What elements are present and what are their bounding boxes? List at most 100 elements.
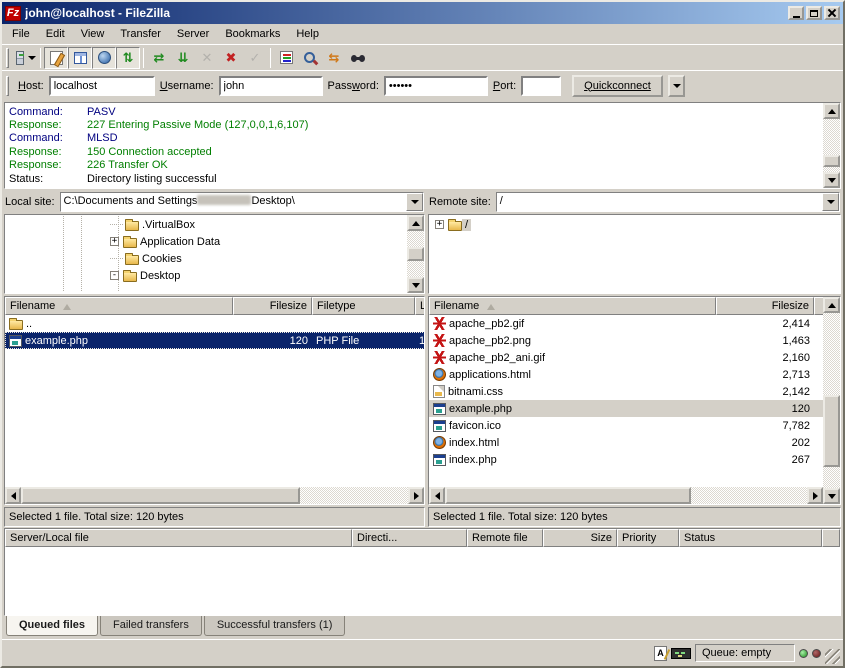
scroll-down-button[interactable] <box>407 277 424 293</box>
file-row-apache-pb2-gif[interactable]: apache_pb2.gif2,414 <box>429 315 823 332</box>
local-path-value[interactable]: C:\Documents and SettingsDesktop\ <box>61 193 406 211</box>
menu-transfer[interactable]: Transfer <box>112 26 169 42</box>
toggle-transfer-queue-button[interactable] <box>116 47 140 69</box>
scroll-thumb[interactable] <box>823 395 840 467</box>
process-queue-button[interactable] <box>171 47 195 69</box>
remote-path-value[interactable]: / <box>497 193 822 211</box>
toggle-local-tree-button[interactable] <box>68 47 92 69</box>
close-button[interactable] <box>824 6 840 20</box>
tab-queued-files[interactable]: Queued files <box>6 616 98 636</box>
menu-file[interactable]: File <box>4 26 38 42</box>
remote-vertical-scrollbar[interactable] <box>823 297 840 504</box>
disconnect-button[interactable] <box>219 47 243 69</box>
message-log-scrollbar[interactable] <box>823 103 840 188</box>
column-header-filetype[interactable]: Filetype <box>312 297 415 315</box>
compare-button[interactable] <box>298 47 322 69</box>
local-path-combobox[interactable]: C:\Documents and SettingsDesktop\ <box>60 192 424 212</box>
toolbar-grip[interactable] <box>6 48 9 68</box>
menu-server[interactable]: Server <box>169 26 217 42</box>
scroll-right-button[interactable] <box>408 487 424 504</box>
tree-expander-plus-icon[interactable]: + <box>110 237 119 246</box>
find-files-button[interactable] <box>346 47 370 69</box>
file-row-root[interactable]: .. <box>5 315 424 332</box>
tree-expander-minus-icon[interactable]: - <box>110 271 119 280</box>
cell-text: 1 <box>419 335 424 347</box>
column-header-filesize[interactable]: Filesize <box>716 297 814 315</box>
menu-edit[interactable]: Edit <box>38 26 73 42</box>
quickconnect-button[interactable]: Quickconnect <box>572 75 663 97</box>
tree-expander-plus-icon[interactable]: + <box>435 220 444 229</box>
column-header-filename[interactable]: Filename <box>5 297 233 315</box>
log-line: Response:227 Entering Passive Mode (127,… <box>9 118 819 131</box>
menu-bookmarks[interactable]: Bookmarks <box>217 26 288 42</box>
toolbar-separator <box>270 48 271 68</box>
scroll-down-button[interactable] <box>823 488 840 504</box>
menu-view[interactable]: View <box>73 26 113 42</box>
file-row-example-php[interactable]: example.php120PHP File1 <box>5 332 424 349</box>
tab-failed-transfers[interactable]: Failed transfers <box>100 616 202 636</box>
speed-limit-icon[interactable] <box>671 648 691 659</box>
column-header-remote-file[interactable]: Remote file <box>467 529 543 547</box>
data-type-icon[interactable]: A <box>654 646 667 661</box>
tree-item-desktop[interactable]: -Desktop <box>6 267 406 284</box>
scroll-down-button[interactable] <box>823 172 840 188</box>
scroll-up-button[interactable] <box>823 297 840 313</box>
scroll-thumb[interactable] <box>445 487 691 504</box>
tree-item-cookies[interactable]: Cookies <box>6 250 406 267</box>
local-horizontal-scrollbar[interactable] <box>5 487 424 504</box>
column-header-status[interactable]: Status <box>679 529 822 547</box>
scroll-left-button[interactable] <box>5 487 21 504</box>
quickconnect-dropdown-button[interactable] <box>668 75 685 97</box>
scroll-thumb[interactable] <box>407 247 424 261</box>
local-path-dropdown-button[interactable] <box>406 193 423 211</box>
resize-grip[interactable] <box>825 649 840 664</box>
scroll-thumb[interactable] <box>21 487 300 504</box>
file-row-example-php[interactable]: example.php120 <box>429 400 823 417</box>
host-input[interactable] <box>49 76 155 96</box>
scroll-up-button[interactable] <box>407 215 424 231</box>
file-row-apache-pb2-ani-gif[interactable]: apache_pb2_ani.gif2,160 <box>429 349 823 366</box>
scroll-thumb[interactable] <box>823 155 840 167</box>
file-row-favicon-ico[interactable]: favicon.ico7,782 <box>429 417 823 434</box>
maximize-button[interactable] <box>806 6 822 20</box>
password-input[interactable] <box>384 76 488 96</box>
file-row-apache-pb2-png[interactable]: apache_pb2.png1,463 <box>429 332 823 349</box>
scroll-left-button[interactable] <box>429 487 445 504</box>
toolbar-separator <box>40 48 41 68</box>
quickconnect-grip[interactable] <box>6 76 9 96</box>
file-row-applications-html[interactable]: applications.html2,713 <box>429 366 823 383</box>
tab-successful-transfers-1[interactable]: Successful transfers (1) <box>204 616 346 636</box>
filter-button[interactable] <box>274 47 298 69</box>
file-row-index-html[interactable]: index.html202 <box>429 434 823 451</box>
menu-help[interactable]: Help <box>288 26 327 42</box>
tree-item-virtualbox[interactable]: .VirtualBox <box>6 216 406 233</box>
column-header-server-local-file[interactable]: Server/Local file <box>5 529 352 547</box>
scroll-up-button[interactable] <box>823 103 840 119</box>
toggle-message-log-button[interactable] <box>44 47 68 69</box>
column-header-filename[interactable]: Filename <box>429 297 716 315</box>
column-header-directi[interactable]: Directi... <box>352 529 467 547</box>
remote-path-combobox[interactable]: / <box>496 192 840 212</box>
column-header-priority[interactable]: Priority <box>617 529 679 547</box>
column-header-filesize[interactable]: Filesize <box>233 297 312 315</box>
toggle-remote-tree-button[interactable] <box>92 47 116 69</box>
username-input[interactable] <box>219 76 323 96</box>
minimize-button[interactable] <box>788 6 804 20</box>
column-header-size[interactable]: Size <box>543 529 617 547</box>
tree-item-application-data[interactable]: +Application Data <box>6 233 406 250</box>
tree-item-root[interactable]: +/ <box>430 216 839 233</box>
port-input[interactable] <box>521 76 561 96</box>
remote-horizontal-scrollbar[interactable] <box>429 487 823 504</box>
remote-path-dropdown-button[interactable] <box>822 193 839 211</box>
file-row-index-php[interactable]: index.php267 <box>429 451 823 468</box>
column-header-last-modified[interactable]: Last modified <box>415 297 425 315</box>
dropdown-arrow-icon[interactable] <box>28 56 36 64</box>
sync-browsing-button[interactable] <box>322 47 346 69</box>
file-row-bitnami-css[interactable]: bitnami.css2,142 <box>429 383 823 400</box>
local-tree-scrollbar[interactable] <box>407 215 424 293</box>
cell-filename: applications.html <box>429 368 716 381</box>
site-manager-button[interactable] <box>13 47 37 69</box>
refresh-button[interactable] <box>147 47 171 69</box>
scroll-right-button[interactable] <box>807 487 823 504</box>
remote-selection-status: Selected 1 file. Total size: 120 bytes <box>428 507 841 527</box>
